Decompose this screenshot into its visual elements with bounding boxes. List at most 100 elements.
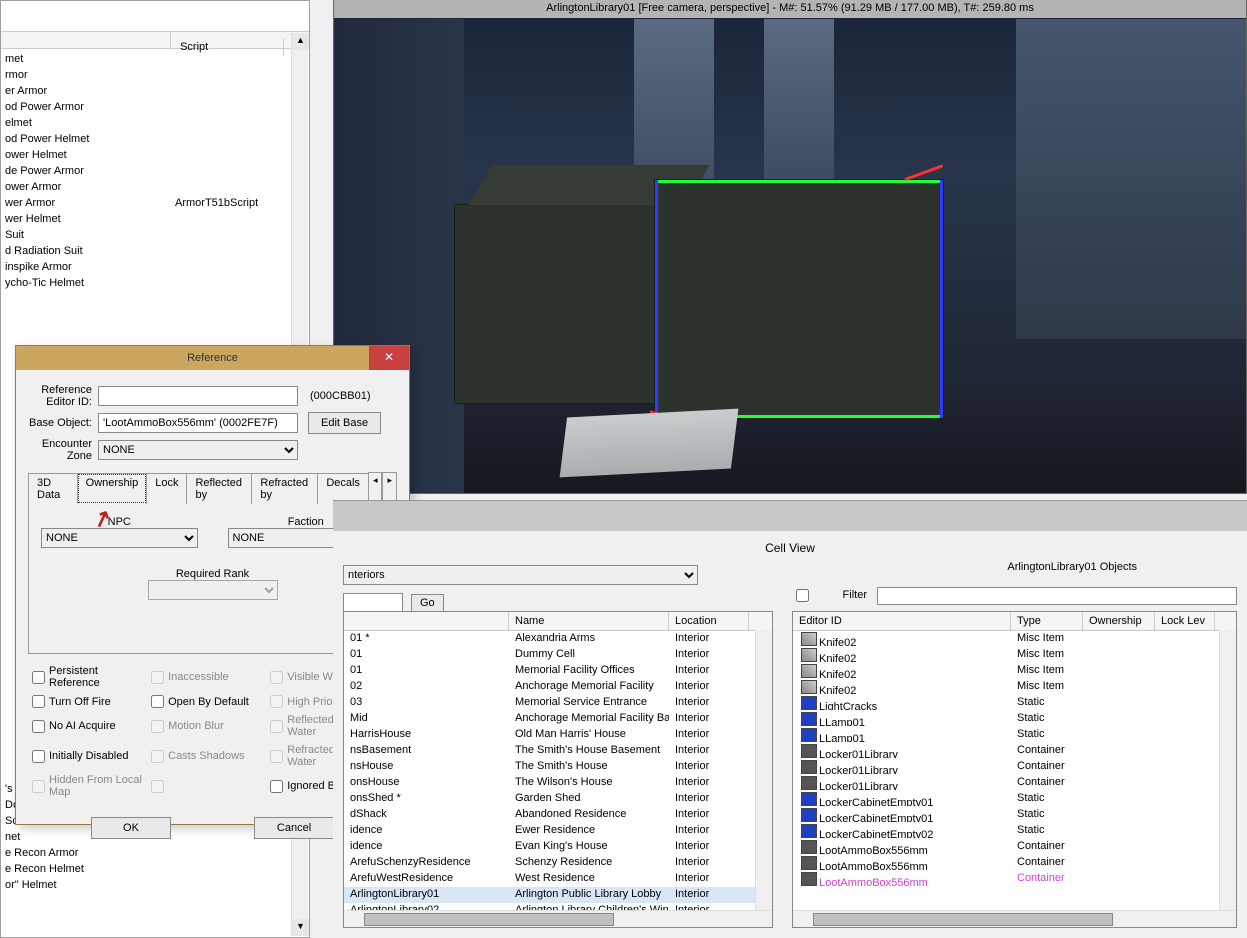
list-item[interactable]: od Power Helmet: [1, 131, 292, 147]
dialog-titlebar[interactable]: Reference ✕: [16, 346, 409, 370]
cell-row[interactable]: dShackAbandoned ResidenceInterior: [344, 807, 755, 823]
filter-input[interactable]: [877, 587, 1237, 605]
base-object-input[interactable]: [98, 413, 298, 433]
viewport-scene[interactable]: [334, 19, 1246, 493]
worldspace-select[interactable]: nteriors: [343, 565, 698, 585]
object-row[interactable]: Locker01LibraryContainer: [793, 743, 1219, 759]
object-row[interactable]: LockerCabinetEmpty01Static: [793, 791, 1219, 807]
cell-filter-input[interactable]: [343, 593, 403, 613]
render-viewport[interactable]: ArlingtonLibrary01 [Free camera, perspec…: [333, 0, 1247, 494]
cell-row[interactable]: 01Dummy CellInterior: [344, 647, 755, 663]
checkbox-open-by-default[interactable]: Open By Default: [151, 692, 270, 711]
obj-col-editor-id[interactable]: Editor ID: [793, 612, 1011, 630]
npc-select[interactable]: NONE: [41, 528, 198, 548]
list-item[interactable]: wer ArmorArmorT51bScript: [1, 195, 292, 211]
cell-row[interactable]: nsHouseThe Smith's HouseInterior: [344, 759, 755, 775]
col-blank[interactable]: [1, 32, 171, 50]
cells-col-name[interactable]: Name: [509, 612, 669, 630]
scene-crate[interactable]: [454, 204, 674, 404]
encounter-zone-select[interactable]: NONE: [98, 440, 298, 460]
cell-row[interactable]: ArlingtonLibrary01Arlington Public Libra…: [344, 887, 755, 903]
object-row[interactable]: LightCracksStatic: [793, 695, 1219, 711]
list-item[interactable]: elmet: [1, 115, 292, 131]
cancel-button[interactable]: Cancel: [254, 817, 334, 839]
filter-checkbox[interactable]: [796, 589, 809, 602]
tab-refracted-by[interactable]: Refracted by: [251, 473, 318, 504]
tab-ownership[interactable]: Ownership: [77, 473, 148, 504]
scroll-up-icon[interactable]: ▲: [292, 33, 309, 50]
object-row[interactable]: LootAmmoBox556mmContainer: [793, 855, 1219, 871]
list-item[interactable]: de Power Armor: [1, 163, 292, 179]
cell-row[interactable]: ArefuSchenzyResidenceSchenzy ResidenceIn…: [344, 855, 755, 871]
obj-col-lock[interactable]: Lock Lev: [1155, 612, 1215, 630]
cell-row[interactable]: idenceEvan King's HouseInterior: [344, 839, 755, 855]
edit-base-button[interactable]: Edit Base: [308, 412, 381, 434]
cell-row[interactable]: HarrisHouseOld Man Harris' HouseInterior: [344, 727, 755, 743]
object-row[interactable]: LLamp01Static: [793, 727, 1219, 743]
ref-id-input[interactable]: [98, 386, 298, 406]
scroll-down-icon[interactable]: ▼: [292, 919, 309, 936]
go-button[interactable]: Go: [411, 594, 444, 612]
cell-row[interactable]: nsBasementThe Smith's House BasementInte…: [344, 743, 755, 759]
cell-row[interactable]: 02Anchorage Memorial FacilityInterior: [344, 679, 755, 695]
cells-list: Name Location 01 *Alexandria ArmsInterio…: [343, 611, 773, 928]
cell-row[interactable]: 01Memorial Facility OfficesInterior: [344, 663, 755, 679]
close-icon[interactable]: ✕: [369, 346, 409, 370]
list-item[interactable]: rmor: [1, 67, 292, 83]
object-row[interactable]: Knife02Misc Item: [793, 631, 1219, 647]
cell-row[interactable]: idenceEwer ResidenceInterior: [344, 823, 755, 839]
list-item[interactable]: ycho-Tic Helmet: [1, 275, 292, 291]
object-row[interactable]: Knife02Misc Item: [793, 663, 1219, 679]
tab-scroll-right-icon[interactable]: ▸: [382, 472, 397, 503]
list-item[interactable]: od Power Armor: [1, 99, 292, 115]
object-row[interactable]: Locker01LibraryContainer: [793, 775, 1219, 791]
checkbox-no-ai-acquire[interactable]: No AI Acquire: [32, 711, 151, 741]
list-item[interactable]: met: [1, 51, 292, 67]
object-row[interactable]: LockerCabinetEmpty02Static: [793, 823, 1219, 839]
list-item[interactable]: er Armor: [1, 83, 292, 99]
object-row[interactable]: LockerCabinetEmpty01Static: [793, 807, 1219, 823]
cell-row[interactable]: 03Memorial Service EntranceInterior: [344, 695, 755, 711]
obj-col-ownership[interactable]: Ownership: [1083, 612, 1155, 630]
container-icon: [801, 856, 817, 870]
objects-scrollbar-h[interactable]: [793, 910, 1236, 927]
objects-list: Editor ID Type Ownership Lock Lev Knife0…: [792, 611, 1237, 928]
list-item[interactable]: inspike Armor: [1, 259, 292, 275]
object-row[interactable]: LootAmmoBox556mmContainer: [793, 839, 1219, 855]
cell-row[interactable]: MidAnchorage Memorial Facility BayInteri…: [344, 711, 755, 727]
cell-row[interactable]: ArlingtonLibrary02Arlington Library Chil…: [344, 903, 755, 910]
selection-edge: [940, 180, 943, 418]
ok-button[interactable]: OK: [91, 817, 171, 839]
object-row[interactable]: Knife02Misc Item: [793, 679, 1219, 695]
cells-col-location[interactable]: Location: [669, 612, 749, 630]
selection-edge: [904, 164, 943, 180]
tab-lock[interactable]: Lock: [146, 473, 187, 504]
tab-3d-data[interactable]: 3D Data: [28, 473, 78, 504]
checkbox-initially-disabled[interactable]: Initially Disabled: [32, 741, 151, 771]
list-item[interactable]: wer Helmet: [1, 211, 292, 227]
cell-row[interactable]: ArefuWestResidenceWest ResidenceInterior: [344, 871, 755, 887]
object-row[interactable]: Knife02Misc Item: [793, 647, 1219, 663]
checkbox-turn-off-fire[interactable]: Turn Off Fire: [32, 692, 151, 711]
object-row[interactable]: LootAmmoBox556mmContainer: [793, 871, 1219, 887]
objects-scrollbar-v[interactable]: [1219, 630, 1236, 910]
cells-scrollbar-v[interactable]: [755, 630, 772, 910]
cell-row[interactable]: onsShed *Garden ShedInterior: [344, 791, 755, 807]
list-item[interactable]: ower Armor: [1, 179, 292, 195]
list-item[interactable]: Suit: [1, 227, 292, 243]
list-item[interactable]: e Recon Helmet: [1, 861, 292, 877]
list-item[interactable]: ower Helmet: [1, 147, 292, 163]
list-item[interactable]: or" Helmet: [1, 877, 292, 893]
object-row[interactable]: Locker01LibraryContainer: [793, 759, 1219, 775]
tab-reflected-by[interactable]: Reflected by: [186, 473, 252, 504]
cells-col-id[interactable]: [344, 612, 509, 630]
object-row[interactable]: LLamp01Static: [793, 711, 1219, 727]
tab-scroll-left-icon[interactable]: ◂: [368, 472, 383, 503]
cell-row[interactable]: onsHouseThe Wilson's HouseInterior: [344, 775, 755, 791]
cell-row[interactable]: 01 *Alexandria ArmsInterior: [344, 631, 755, 647]
cells-scrollbar-h[interactable]: [344, 910, 772, 927]
checkbox-persistent-reference[interactable]: Persistent Reference: [32, 662, 151, 692]
list-item[interactable]: d Radiation Suit: [1, 243, 292, 259]
scene-crate-selected[interactable]: [654, 179, 944, 419]
obj-col-type[interactable]: Type: [1011, 612, 1083, 630]
